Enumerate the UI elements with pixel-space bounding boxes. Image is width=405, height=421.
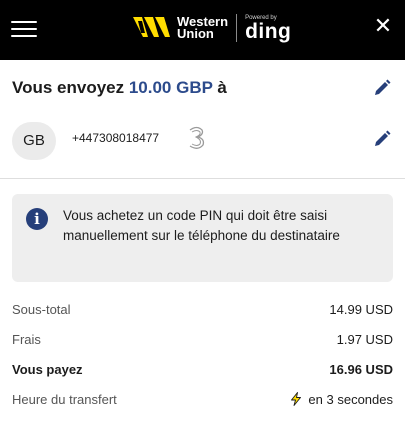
transfer-time-row: Heure du transfert en 3 secondes: [12, 388, 393, 418]
payment-summary: Sous-total 14.99 USD Frais 1.97 USD Vous…: [12, 298, 393, 418]
edit-amount-pencil-icon[interactable]: [373, 79, 391, 97]
edit-recipient-pencil-icon[interactable]: [373, 130, 391, 148]
recipient-phone: +447308018477: [72, 131, 160, 145]
recipient-avatar: GB: [12, 122, 56, 160]
lightning-bolt-icon: [291, 392, 302, 406]
subtotal-row: Sous-total 14.99 USD: [12, 298, 393, 328]
transfer-time-value-wrap: en 3 secondes: [289, 392, 393, 407]
info-icon: i: [26, 208, 48, 230]
total-label: Vous payez: [12, 362, 83, 377]
partner-logo: Powered by ding: [245, 15, 291, 42]
pin-info-box: i Vous achetez un code PIN qui doit être…: [12, 194, 393, 282]
fees-value: 1.97 USD: [336, 332, 393, 347]
transfer-time-value: en 3 secondes: [308, 392, 393, 407]
total-row: Vous payez 16.96 USD: [12, 358, 393, 388]
send-title: Vous envoyez 10.00 GBP à: [12, 77, 395, 99]
recipient-row: GB +447308018477: [12, 118, 395, 160]
send-amount: 10.00 GBP: [128, 78, 213, 97]
brand-divider: [236, 14, 238, 42]
fees-label: Frais: [12, 332, 41, 347]
send-amount-row: Vous envoyez 10.00 GBP à: [12, 77, 395, 99]
pin-info-text: Vous achetez un code PIN qui doit être s…: [63, 208, 340, 243]
send-suffix: à: [212, 78, 227, 97]
western-union-logo-icon: [133, 17, 170, 37]
close-icon[interactable]: ✕: [371, 14, 395, 38]
western-union-wordmark: Western Union: [177, 15, 228, 41]
three-operator-logo-icon: [189, 126, 205, 149]
brand-line2: Union: [177, 26, 214, 41]
partner-name: ding: [245, 19, 292, 43]
brand-logo: Western Union Powered by ding: [133, 8, 291, 48]
subtotal-label: Sous-total: [12, 302, 71, 317]
total-value: 16.96 USD: [329, 362, 393, 377]
send-prefix: Vous envoyez: [12, 78, 129, 97]
section-divider: [0, 178, 405, 179]
top-bar: Western Union Powered by ding ✕: [0, 0, 405, 60]
fees-row: Frais 1.97 USD: [12, 328, 393, 358]
transfer-time-label: Heure du transfert: [12, 392, 117, 407]
subtotal-value: 14.99 USD: [329, 302, 393, 317]
hamburger-menu-icon[interactable]: [11, 16, 37, 40]
